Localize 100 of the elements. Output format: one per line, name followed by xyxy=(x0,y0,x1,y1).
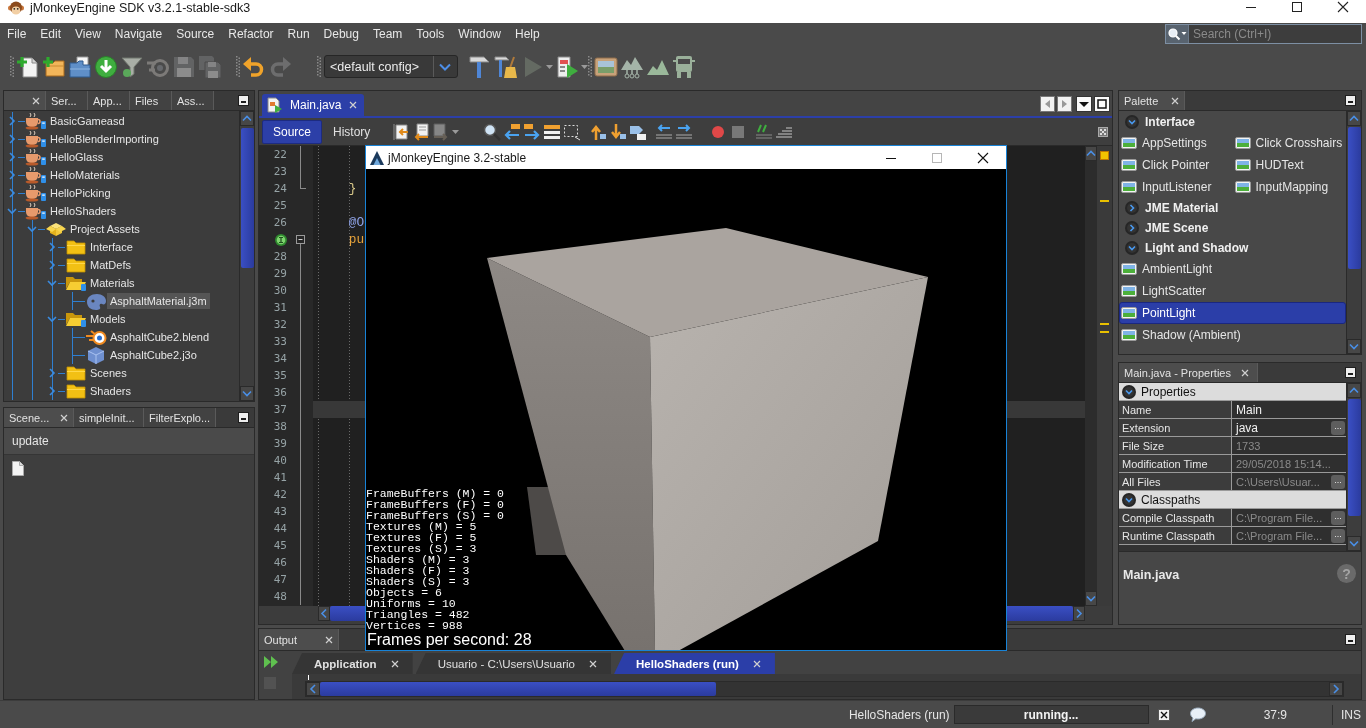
caret-icon[interactable] xyxy=(452,129,460,134)
hammer-icon[interactable] xyxy=(468,54,492,79)
menu-item[interactable]: Run xyxy=(280,25,317,43)
scroll-right-icon[interactable] xyxy=(1329,682,1343,696)
collapse-arrow-icon[interactable] xyxy=(1125,241,1139,255)
picture-frame-icon[interactable] xyxy=(594,54,618,79)
file-plus-icon[interactable] xyxy=(16,54,40,79)
grip-icon[interactable] xyxy=(10,55,14,78)
tree-item[interactable]: Shaders xyxy=(87,383,134,399)
property-value[interactable]: 1733 xyxy=(1232,437,1346,454)
tree-item[interactable]: Scenes xyxy=(87,365,130,381)
tree-item[interactable]: HelloGlass xyxy=(47,149,107,165)
menu-item[interactable]: View xyxy=(68,25,108,43)
menu-item[interactable]: Team xyxy=(366,25,410,43)
palette-item[interactable]: Click Pointer xyxy=(1119,154,1233,176)
panel-tab[interactable]: Files xyxy=(130,91,172,110)
highlight-icon[interactable] xyxy=(543,122,562,141)
menu-item[interactable]: Help xyxy=(508,25,547,43)
palette-item[interactable]: AppSettings xyxy=(1119,132,1233,154)
scroll-down-icon[interactable] xyxy=(1347,536,1361,551)
scroll-up-icon[interactable] xyxy=(1347,383,1361,398)
panel-tab[interactable]: FilterExplo... xyxy=(144,408,217,427)
panel-tab[interactable] xyxy=(4,91,46,110)
menu-item[interactable]: Edit xyxy=(33,25,69,43)
panel-tab[interactable]: App... xyxy=(88,91,130,110)
caret-icon[interactable] xyxy=(581,64,588,69)
property-value[interactable]: 29/05/2018 15:14... xyxy=(1232,455,1346,472)
console-tab[interactable]: Usuario - C:\Users\Usuario xyxy=(415,653,612,674)
scroll-right-icon[interactable] xyxy=(1057,95,1072,112)
ellipsis-button[interactable]: ... xyxy=(1331,474,1345,489)
panel-tab[interactable]: Ser... xyxy=(46,91,88,110)
expand-arrow-icon[interactable] xyxy=(1125,201,1139,215)
tree-item[interactable]: MatDefs xyxy=(87,257,134,273)
vertical-scrollbar[interactable] xyxy=(1085,146,1097,606)
property-value[interactable]: C:\Users\Usuar... ... xyxy=(1232,473,1346,490)
scroll-down-icon[interactable] xyxy=(1085,591,1097,606)
hammer-broom-icon[interactable] xyxy=(494,54,518,79)
options-icon[interactable] xyxy=(1098,126,1108,137)
palette-item[interactable]: Shadow (Ambient) xyxy=(1119,324,1346,346)
vertical-scrollbar[interactable] xyxy=(1346,111,1361,354)
comment-lines-icon[interactable] xyxy=(755,122,774,141)
console-tab[interactable]: HelloShaders (run) xyxy=(614,653,775,674)
horizontal-scrollbar[interactable] xyxy=(305,681,1344,697)
property-value[interactable]: C:\Program File... ... xyxy=(1232,509,1346,526)
maximize-icon[interactable] xyxy=(1291,1,1303,13)
tree-item[interactable]: HelloMaterials xyxy=(47,167,123,183)
scroll-down-icon[interactable] xyxy=(1347,339,1361,354)
minimize-icon[interactable] xyxy=(238,412,249,423)
palette-category[interactable]: JME Material xyxy=(1119,198,1346,218)
tree-item[interactable]: Project Assets xyxy=(67,221,143,237)
scrollbar-thumb[interactable] xyxy=(1347,127,1361,269)
property-value[interactable]: C:\Program File... ... xyxy=(1232,527,1346,544)
scroll-up-icon[interactable] xyxy=(1347,111,1361,126)
scroll-left-icon[interactable] xyxy=(1040,95,1055,112)
dropdown-icon[interactable] xyxy=(1076,95,1092,112)
view-tab[interactable]: History xyxy=(322,119,382,144)
menu-item[interactable]: Tools xyxy=(409,25,452,43)
tree-item[interactable]: Interface xyxy=(87,239,136,255)
panel-tab[interactable]: Main.java - Properties xyxy=(1119,363,1258,382)
scrollbar-thumb[interactable] xyxy=(320,682,716,696)
palette-category[interactable]: Interface xyxy=(1119,112,1346,132)
panel-tab[interactable]: Ass... xyxy=(172,91,214,110)
tree-item[interactable]: HelloShaders xyxy=(47,203,120,219)
menu-item[interactable]: Navigate xyxy=(107,25,170,43)
palette-item[interactable]: Click Crosshairs xyxy=(1232,132,1346,154)
scroll-left-icon[interactable] xyxy=(318,606,330,621)
caret-icon[interactable] xyxy=(546,64,553,69)
maximize-icon[interactable] xyxy=(1094,95,1110,112)
chevron-down-icon[interactable] xyxy=(439,62,451,71)
minimize-icon[interactable] xyxy=(238,95,249,106)
folder-icon[interactable] xyxy=(68,54,92,79)
indent-right-icon[interactable] xyxy=(675,122,694,141)
search-icon[interactable] xyxy=(1165,24,1189,44)
search-icon[interactable] xyxy=(483,122,502,141)
scroll-left-icon[interactable] xyxy=(306,682,320,696)
truck-icon[interactable] xyxy=(672,54,696,79)
funnel-icon[interactable] xyxy=(120,54,144,79)
scroll-down-icon[interactable] xyxy=(240,386,254,401)
tree-item[interactable]: HelloPicking xyxy=(47,185,114,201)
menu-item[interactable]: Window xyxy=(451,25,509,43)
panel-tab[interactable]: Scene... xyxy=(4,408,74,427)
tree-item[interactable]: HelloBlenderImporting xyxy=(47,131,162,147)
search-field[interactable]: Search (Ctrl+I) xyxy=(1189,24,1362,44)
minimize-icon[interactable] xyxy=(1345,367,1356,378)
property-section[interactable]: Classpaths xyxy=(1119,491,1346,509)
find-next-icon[interactable] xyxy=(523,122,542,141)
scrollbar-thumb[interactable] xyxy=(240,128,254,268)
navigator-item[interactable]: update xyxy=(4,428,254,455)
grip-icon[interactable] xyxy=(588,55,592,78)
palette-item[interactable]: HUDText xyxy=(1232,154,1346,176)
tree-item[interactable]: AsphaltCube2.blend xyxy=(107,329,213,345)
grip-icon[interactable] xyxy=(317,55,321,78)
collapse-arrow-icon[interactable] xyxy=(1125,115,1139,129)
panel-tab[interactable]: Output xyxy=(259,629,339,650)
folder-plus-icon[interactable] xyxy=(42,54,66,79)
tree-item[interactable]: Materials xyxy=(87,275,138,291)
menu-item[interactable]: File xyxy=(0,25,34,43)
page-back-icon[interactable] xyxy=(412,122,431,141)
panel-tab[interactable]: Palette xyxy=(1119,91,1185,110)
tree-item[interactable]: AsphaltMaterial.j3m xyxy=(107,293,210,309)
